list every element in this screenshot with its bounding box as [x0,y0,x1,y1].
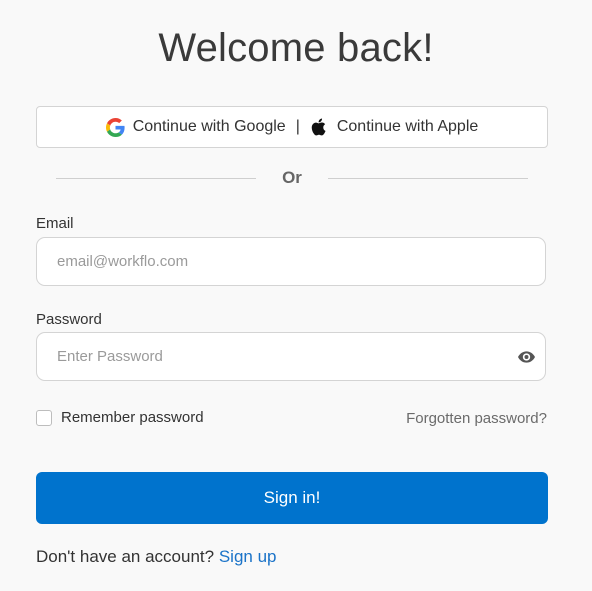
password-label: Password [36,311,102,328]
continue-with-apple-button[interactable]: Continue with Apple [310,117,478,137]
or-text: Or [282,168,302,187]
remember-password-option[interactable]: Remember password [36,409,204,426]
continue-with-google-button[interactable]: Continue with Google [106,117,286,137]
email-label: Email [36,215,74,232]
email-field-container [36,237,546,286]
remember-password-checkbox[interactable] [36,409,52,426]
sign-in-button[interactable]: Sign in! [36,472,548,524]
page-title: Welcome back! [158,26,434,70]
sso-separator: | [295,118,300,135]
signup-prompt-text: Don't have an account? [36,547,215,566]
google-g-icon [106,117,126,137]
google-button-label: Continue with Google [132,118,286,135]
password-field-container [36,332,546,381]
password-field[interactable] [57,333,497,380]
eye-icon[interactable] [517,349,535,365]
divider-line-right [327,177,528,179]
sign-up-link[interactable]: Sign up [219,547,277,566]
apple-logo-icon [310,117,330,137]
divider-line-left [56,177,257,179]
remember-password-label: Remember password [61,409,204,426]
email-field[interactable] [57,238,497,285]
signup-prompt-row: Don't have an account? Sign up [36,547,277,567]
apple-button-label: Continue with Apple [336,118,479,135]
or-divider: Or [56,168,528,188]
sso-button-group: Continue with Google | Continue with App… [36,106,548,148]
forgotten-password-link[interactable]: Forgotten password? [406,410,547,427]
